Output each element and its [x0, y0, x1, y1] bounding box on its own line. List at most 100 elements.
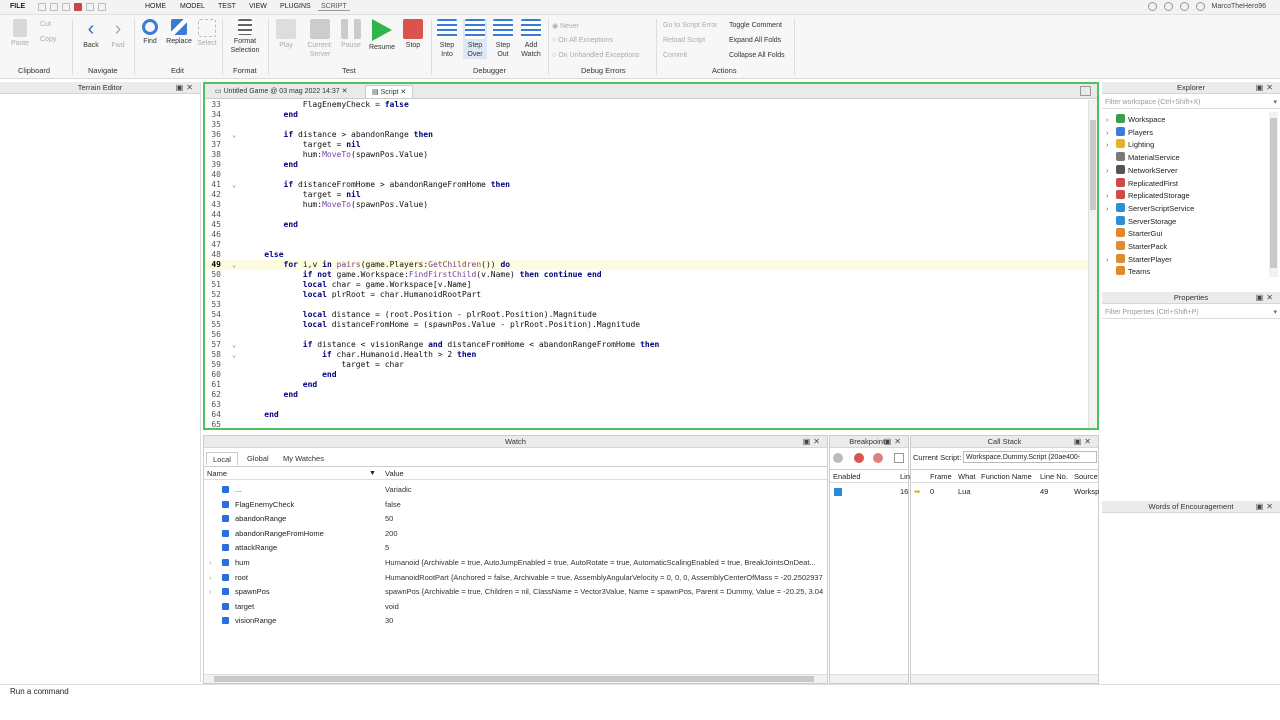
editor-scrollbar[interactable]	[1088, 100, 1097, 428]
code-line[interactable]: 37 target = nil	[205, 140, 1089, 150]
col-value[interactable]: Value	[385, 467, 404, 480]
line-number[interactable]: 39	[205, 160, 221, 170]
explorer-item[interactable]: › Lighting	[1106, 139, 1154, 151]
back-button[interactable]: ‹ Back	[80, 19, 102, 50]
toggle-breakpoints-icon[interactable]	[833, 453, 843, 463]
code-line[interactable]: 48 else	[205, 250, 1089, 260]
call-stack-row[interactable]: ➡ 0 Lua 49 Worksp	[911, 485, 1099, 498]
watch-row[interactable]: ... Variadic	[204, 483, 822, 497]
step-into-button[interactable]: Step Into	[436, 19, 458, 59]
copy-button[interactable]: Copy	[40, 36, 56, 43]
current-server-button[interactable]: Current: Server	[303, 19, 337, 59]
explorer-scroll-thumb[interactable]	[1270, 118, 1277, 268]
editor-scroll-thumb[interactable]	[1090, 120, 1096, 210]
share-icon[interactable]	[1163, 2, 1173, 11]
line-number[interactable]: 37	[205, 140, 221, 150]
expand-all-folds-button[interactable]: Expand All Folds	[729, 37, 781, 44]
explorer-item[interactable]: StarterGui	[1106, 228, 1162, 240]
call-stack-hscrollbar[interactable]	[911, 674, 1098, 683]
explorer-item[interactable]: › ReplicatedStorage	[1106, 190, 1190, 202]
line-number[interactable]: 52	[205, 290, 221, 300]
cut-button[interactable]: Cut	[40, 21, 51, 28]
line-number[interactable]: 56	[205, 330, 221, 340]
fold-toggle-icon[interactable]: ⌄	[232, 260, 236, 270]
expand-arrow-icon[interactable]: ›	[1106, 114, 1116, 126]
collapse-all-folds-button[interactable]: Collapse All Folds	[729, 52, 785, 59]
watch-row[interactable]: visionRange 30	[204, 614, 822, 628]
col-function-name[interactable]: Function Name	[981, 470, 1032, 483]
pause-button[interactable]: Pause	[340, 19, 362, 50]
line-number[interactable]: 55	[205, 320, 221, 330]
menu-view[interactable]: VIEW	[249, 3, 267, 10]
select-button[interactable]: Select	[196, 19, 218, 48]
col-name[interactable]: Name	[207, 467, 227, 480]
line-number[interactable]: 38	[205, 150, 221, 160]
line-number[interactable]: 53	[205, 300, 221, 310]
resume-button[interactable]: Resume	[367, 19, 397, 52]
chevron-down-icon[interactable]: ▾	[1273, 306, 1277, 319]
tab-my-watches[interactable]: My Watches	[277, 452, 330, 465]
save-icon[interactable]	[62, 3, 70, 11]
add-watch-button[interactable]: Add Watch	[518, 19, 544, 59]
breakpoint-enabled-checkbox[interactable]	[834, 488, 842, 496]
col-frame[interactable]: Frame	[930, 470, 952, 483]
export-breakpoints-icon[interactable]	[894, 453, 904, 463]
menu-home[interactable]: HOME	[145, 3, 166, 10]
watch-row[interactable]: › hum Humanoid {Archivable = true, AutoJum…	[204, 556, 822, 570]
line-number[interactable]: 44	[205, 210, 221, 220]
go-to-script-error-button[interactable]: Go to Script Error	[663, 22, 717, 29]
line-number[interactable]: 54	[205, 310, 221, 320]
panel-controls-icon[interactable]: ▣✕	[884, 436, 904, 448]
line-number[interactable]: 45	[205, 220, 221, 230]
find-button[interactable]: Find	[139, 19, 161, 46]
stop-button[interactable]: Stop	[402, 19, 424, 50]
replace-button[interactable]: Replace	[164, 19, 194, 46]
code-line[interactable]: 44	[205, 210, 1089, 220]
panel-controls-icon[interactable]: ▣✕	[803, 436, 823, 448]
watch-hscrollbar[interactable]	[204, 674, 827, 683]
watch-row[interactable]: attackRange 5	[204, 541, 822, 555]
line-number[interactable]: 48	[205, 250, 221, 260]
panel-controls-icon[interactable]: ▣✕	[1074, 436, 1094, 448]
on-all-exceptions-radio[interactable]: ○ On All Exceptions	[552, 37, 613, 44]
line-number[interactable]: 47	[205, 240, 221, 250]
code-line[interactable]: 61 end	[205, 380, 1089, 390]
code-line[interactable]: 58 ⌄ if char.Humanoid.Health > 2 then	[205, 350, 1089, 360]
explorer-item[interactable]: StarterPack	[1106, 241, 1167, 253]
watch-hscroll-thumb[interactable]	[214, 676, 814, 682]
line-number[interactable]: 64	[205, 410, 221, 420]
code-line[interactable]: 56	[205, 330, 1089, 340]
line-number[interactable]: 34	[205, 110, 221, 120]
expand-arrow-icon[interactable]: ›	[209, 585, 212, 599]
code-line[interactable]: 35	[205, 120, 1089, 130]
line-number[interactable]: 58	[205, 350, 221, 360]
col-source[interactable]: Source	[1074, 470, 1098, 483]
col-line-no[interactable]: Line No.	[1040, 470, 1068, 483]
menu-script[interactable]: SCRIPT	[318, 3, 350, 11]
code-line[interactable]: 60 end	[205, 370, 1089, 380]
code-line[interactable]: 59 target = char	[205, 360, 1089, 370]
watch-row[interactable]: abandonRange 50	[204, 512, 822, 526]
line-number[interactable]: 60	[205, 370, 221, 380]
menu-plugins[interactable]: PLUGINS	[280, 3, 311, 10]
code-line[interactable]: 34 end	[205, 110, 1089, 120]
fold-toggle-icon[interactable]: ⌄	[232, 350, 236, 360]
disable-breakpoints-icon[interactable]	[873, 453, 883, 463]
explorer-item[interactable]: › Players	[1106, 126, 1153, 139]
forward-button[interactable]: › Fwd	[107, 19, 129, 50]
explorer-item[interactable]: ServerStorage	[1106, 215, 1176, 228]
col-enabled[interactable]: Enabled	[833, 470, 861, 483]
code-line[interactable]: 57 ⌄ if distance < visionRange and distan…	[205, 340, 1089, 350]
code-line[interactable]: 39 end	[205, 160, 1089, 170]
watch-row[interactable]: › spawnPos spawnPos {Archivable = true, Ch…	[204, 585, 823, 599]
code-line[interactable]: 38 hum:MoveTo(spawnPos.Value)	[205, 150, 1089, 160]
chevron-down-icon[interactable]: ▾	[1273, 96, 1277, 109]
username-label[interactable]: MarcoTheHero96	[1212, 3, 1266, 10]
undo-icon[interactable]	[86, 3, 94, 11]
tab-local[interactable]: Local	[206, 452, 238, 465]
line-number[interactable]: 43	[205, 200, 221, 210]
step-out-button[interactable]: Step Out	[492, 19, 514, 59]
expand-arrow-icon[interactable]: ›	[1106, 127, 1116, 139]
code-line[interactable]: 63	[205, 400, 1089, 410]
expand-arrow-icon[interactable]: ›	[209, 556, 212, 570]
